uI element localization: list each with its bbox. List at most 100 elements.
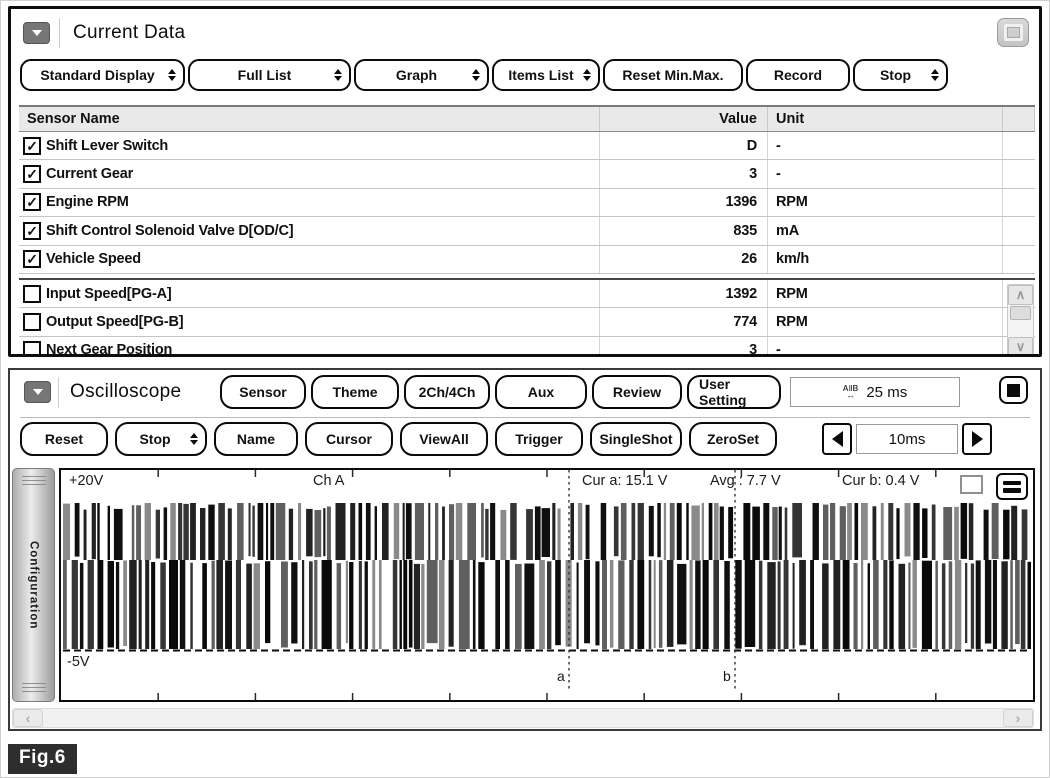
sensor-unit: - (768, 336, 1003, 354)
scroll-right-icon[interactable]: › (1003, 709, 1033, 727)
name-button[interactable]: Name (214, 422, 298, 456)
channel-checkbox[interactable] (960, 475, 983, 494)
sensor-value: 774 (600, 308, 768, 336)
stop-button[interactable]: Stop (853, 59, 948, 91)
sensor-button[interactable]: Sensor (220, 375, 306, 409)
review-button[interactable]: Review (592, 375, 682, 409)
sensor-unit: RPM (768, 188, 1003, 217)
full-list-button[interactable]: Full List (188, 59, 351, 91)
row-checkbox[interactable] (23, 313, 41, 332)
row-checkbox[interactable] (23, 341, 41, 354)
spinner-icon (334, 65, 342, 85)
channel-label: Ch A (313, 473, 345, 489)
oscilloscope-title: Oscilloscope (70, 381, 182, 402)
table-row[interactable]: ✓ Vehicle Speed 26 km/h (19, 245, 1035, 274)
user-setting-button[interactable]: User Setting (687, 375, 781, 409)
vertical-scrollbar[interactable]: ∧ ∨ (1007, 283, 1034, 354)
row-checkbox[interactable]: ✓ (23, 221, 41, 240)
scope-display: +20V Ch A Cur a: 15.1 V Avg : 7.7 V Cur … (59, 468, 1035, 702)
sensor-unit: - (768, 132, 1003, 160)
cursor-b-label: b (723, 668, 731, 684)
sensor-name: Vehicle Speed (46, 251, 141, 268)
cursor-button[interactable]: Cursor (305, 422, 393, 456)
row-checkbox[interactable]: ✓ (23, 165, 41, 184)
collapse-icon[interactable] (24, 381, 51, 403)
current-data-panel: Current Data Standard Display Full List … (8, 6, 1042, 357)
view-all-button[interactable]: ViewAll (400, 422, 488, 456)
channel-mode-button[interactable]: 2Ch/4Ch (404, 375, 490, 409)
timebase-increase-icon[interactable] (962, 423, 992, 455)
scroll-up-icon[interactable]: ∧ (1008, 284, 1033, 305)
graph-button[interactable]: Graph (354, 59, 489, 91)
table-row[interactable]: ✓ Engine RPM 1396 RPM (19, 188, 1035, 218)
sensor-value: 1392 (600, 279, 768, 308)
cursor-a-label: a (557, 668, 565, 684)
sensor-value: 835 (600, 217, 768, 245)
sensor-value: 3 (600, 160, 768, 188)
table-row[interactable]: Next Gear Position 3 - (19, 336, 1035, 354)
page-title: Current Data (73, 22, 186, 43)
column-header-spare (1003, 107, 1035, 131)
sensor-unit: RPM (768, 279, 1003, 308)
aux-button[interactable]: Aux (495, 375, 587, 409)
sample-time-readout: A‖B ↔ 25 ms (790, 377, 960, 407)
titlebar-divider (58, 377, 59, 408)
row-checkbox[interactable]: ✓ (23, 136, 41, 155)
current-data-toolbar: Standard Display Full List Graph Items L… (20, 59, 948, 91)
reset-min-max-button[interactable]: Reset Min.Max. (603, 59, 743, 91)
sensor-unit: - (768, 160, 1003, 188)
grip-icon (21, 683, 46, 694)
scrollbar-thumb[interactable] (1010, 305, 1031, 320)
single-shot-button[interactable]: SingleShot (590, 422, 682, 456)
sensor-value: D (600, 132, 768, 160)
table-row[interactable]: Input Speed[PG-A] 1392 RPM (19, 279, 1035, 309)
figure-label: Fig.6 (8, 744, 77, 774)
configuration-tab[interactable]: Configuration (12, 468, 55, 702)
table-header: Sensor Name Value Unit (19, 105, 1035, 132)
row-checkbox[interactable]: ✓ (23, 193, 41, 212)
trigger-button[interactable]: Trigger (495, 422, 583, 456)
timebase-value: 10ms (856, 424, 958, 454)
table-row[interactable]: ✓ Shift Lever Switch D - (19, 132, 1035, 161)
ab-interval-icon: A‖B ↔ (842, 384, 859, 400)
table-row[interactable]: Output Speed[PG-B] 774 RPM (19, 308, 1035, 337)
timebase-decrease-icon[interactable] (822, 423, 852, 455)
horizontal-scrollbar[interactable]: ‹ › (12, 708, 1034, 728)
column-header-value[interactable]: Value (600, 107, 768, 131)
sensor-value: 3 (600, 336, 768, 354)
record-stop-icon[interactable] (999, 376, 1028, 404)
cursor-b-readout: Cur b: 0.4 V (842, 473, 920, 489)
average-readout: Avg : 7.7 V (710, 473, 781, 489)
column-header-unit[interactable]: Unit (768, 107, 1003, 131)
table-row[interactable]: ✓ Current Gear 3 - (19, 160, 1035, 189)
collapse-icon[interactable] (23, 22, 50, 44)
scroll-left-icon[interactable]: ‹ (13, 709, 43, 727)
cursor-a-readout: Cur a: 15.1 V (582, 473, 668, 489)
sensor-unit: mA (768, 217, 1003, 245)
standard-display-button[interactable]: Standard Display (20, 59, 185, 91)
sensor-name: Current Gear (46, 166, 134, 183)
theme-button[interactable]: Theme (311, 375, 399, 409)
sample-time-value: 25 ms (866, 383, 908, 401)
sensor-value: 1396 (600, 188, 768, 217)
table-row[interactable]: ✓ Shift Control Solenoid Valve D[OD/C] 8… (19, 217, 1035, 246)
row-checkbox[interactable]: ✓ (23, 250, 41, 269)
zero-set-button[interactable]: ZeroSet (689, 422, 777, 456)
spinner-icon (190, 429, 198, 449)
spinner-icon (168, 65, 176, 85)
row-checkbox[interactable] (23, 284, 41, 303)
record-button[interactable]: Record (746, 59, 850, 91)
items-list-button[interactable]: Items List (492, 59, 600, 91)
scroll-down-icon[interactable]: ∨ (1008, 336, 1033, 354)
scope-stop-button[interactable]: Stop (115, 422, 207, 456)
sensor-name: Input Speed[PG-A] (46, 285, 172, 302)
sensor-unit: km/h (768, 245, 1003, 273)
reset-button[interactable]: Reset (20, 422, 108, 456)
column-header-sensor-name[interactable]: Sensor Name (19, 107, 600, 131)
grip-icon (21, 476, 46, 487)
sensor-name: Engine RPM (46, 194, 129, 211)
sensor-unit: RPM (768, 308, 1003, 336)
maximize-icon[interactable] (997, 18, 1029, 47)
timebase-control: 10ms (822, 423, 992, 455)
display-mode-icon[interactable] (996, 473, 1028, 500)
